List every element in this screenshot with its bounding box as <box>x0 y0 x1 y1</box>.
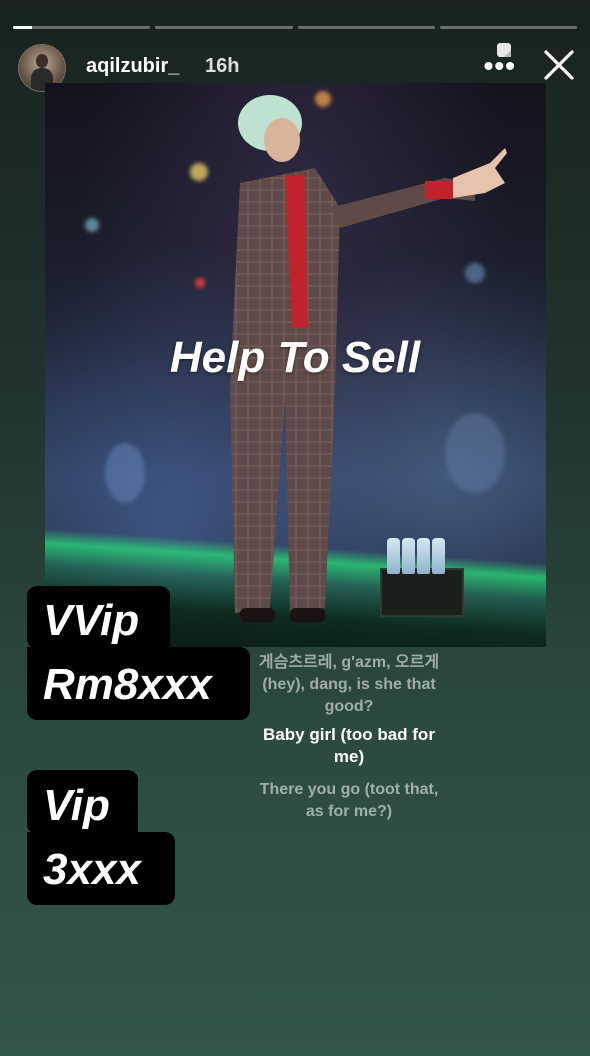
more-dots-icon[interactable]: ••• <box>484 50 516 82</box>
bokeh-crowd <box>105 443 145 503</box>
story-progress-segment <box>155 26 293 29</box>
bokeh-crowd <box>445 413 505 493</box>
help-to-sell-text: Help To Sell <box>169 333 421 382</box>
story-progress-segment <box>439 26 577 29</box>
water-bottle <box>402 538 415 574</box>
close-icon[interactable] <box>542 48 576 82</box>
vip-price: 3xxx <box>43 845 141 894</box>
story-progress-fill <box>13 26 33 29</box>
lyric-line-current: Baby girl (too bad for me) <box>263 725 435 766</box>
water-bottle <box>417 538 430 574</box>
vvip-title: VVip <box>43 596 140 645</box>
avatar-face <box>36 54 48 68</box>
story-progress-segment <box>297 26 435 29</box>
story-progress <box>13 26 577 29</box>
bokeh-light <box>190 163 208 181</box>
water-bottle <box>387 538 400 574</box>
lyric-line-previous: 게슴츠르레, g'azm, 오르게 (hey), dang, is she th… <box>258 654 440 715</box>
bokeh-light <box>85 218 99 232</box>
username[interactable]: aqilzubir_ <box>86 55 179 78</box>
bokeh-light <box>465 263 485 283</box>
vvip-price: Rm8xxx <box>43 660 212 709</box>
bokeh-light <box>195 278 205 288</box>
timestamp: 16h <box>205 55 240 77</box>
performer-arm <box>330 148 507 228</box>
lyric-line-next: There you go (toot that, as for me?) <box>259 781 439 820</box>
water-bottle <box>432 538 445 574</box>
story-progress-segment <box>13 26 151 29</box>
vip-title: Vip <box>43 781 110 830</box>
bottle-crate <box>380 568 464 617</box>
